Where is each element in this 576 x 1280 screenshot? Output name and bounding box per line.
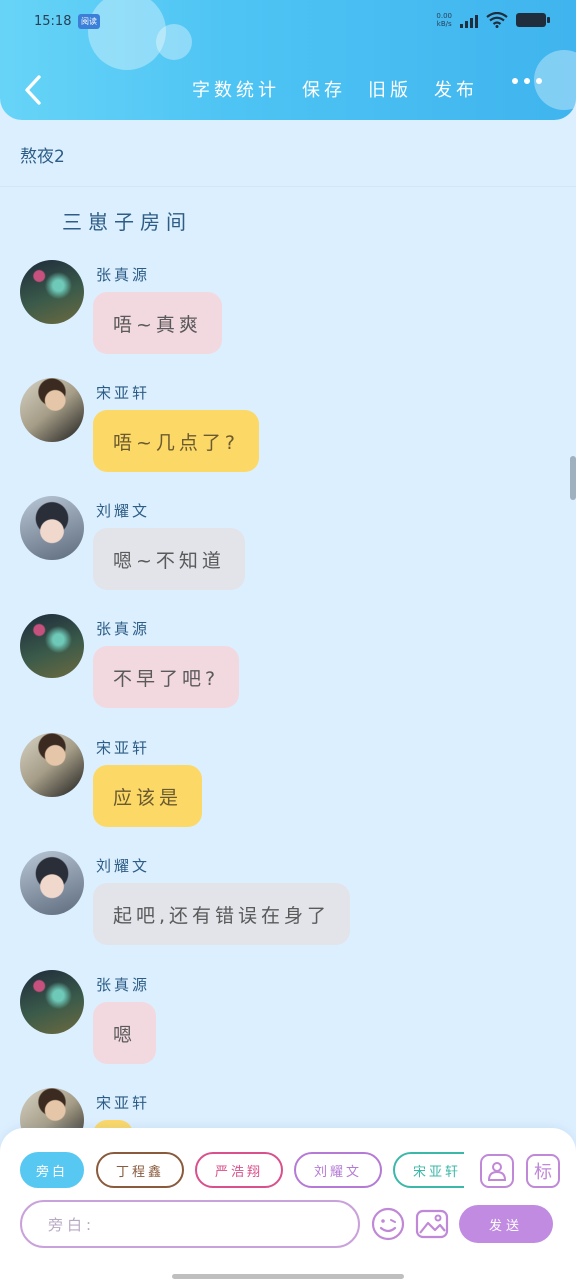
back-button[interactable] [18, 70, 48, 110]
status-time: 15:18 [34, 14, 72, 29]
header-menu: 字数统计 保存 旧版 发布 [192, 76, 478, 102]
avatar[interactable] [20, 496, 84, 560]
send-button[interactable]: 发送 [459, 1205, 553, 1243]
avatar[interactable] [20, 260, 84, 324]
role-chip[interactable]: 宋亚轩 [393, 1152, 464, 1188]
sender-name: 刘耀文 [96, 502, 151, 520]
sender-name: 宋亚轩 [96, 739, 151, 757]
battery-icon [516, 13, 550, 27]
message-bubble[interactable]: 唔~真爽 [93, 292, 222, 354]
save-button[interactable]: 保存 [302, 76, 346, 102]
message-input[interactable]: 旁白: [20, 1200, 360, 1248]
message-bubble[interactable]: 应该是 [93, 765, 203, 827]
publish-button[interactable]: 发布 [434, 76, 478, 102]
role-chip[interactable]: 刘耀文 [294, 1152, 382, 1188]
sender-name: 宋亚轩 [96, 1094, 151, 1112]
emoji-icon[interactable] [370, 1206, 406, 1242]
sender-name: 张真源 [96, 266, 151, 284]
divider [0, 186, 576, 187]
message-bubble[interactable]: 起吧,还有错误在身了 [93, 883, 351, 945]
net-speed: 0.00 kB/s [436, 12, 452, 28]
sender-name: 宋亚轩 [96, 384, 151, 402]
role-chip[interactable]: 丁程鑫 [96, 1152, 184, 1188]
person-icon[interactable] [480, 1154, 514, 1188]
wifi-icon [486, 12, 508, 28]
message-bubble[interactable]: 嗯~不知道 [93, 528, 245, 590]
status-app-chip: 阅读 [78, 14, 100, 29]
more-icon[interactable] [512, 78, 542, 84]
sender-name: 刘耀文 [96, 857, 151, 875]
signal-icon [460, 12, 478, 28]
scrollbar[interactable] [570, 456, 576, 500]
decor-bubble [156, 24, 192, 60]
avatar[interactable] [20, 733, 84, 797]
message-bubble[interactable]: 唔~几点了? [93, 410, 260, 472]
role-chip[interactable]: 严浩翔 [195, 1152, 283, 1188]
sender-name: 张真源 [96, 976, 151, 994]
status-right: 0.00 kB/s [436, 12, 550, 28]
mark-icon[interactable]: 标 [526, 1154, 560, 1188]
chapter-title[interactable]: 熬夜2 [20, 142, 65, 167]
role-chips: 旁白 丁程鑫 严浩翔 刘耀文 宋亚轩 [20, 1152, 464, 1190]
avatar[interactable] [20, 970, 84, 1034]
back-icon [25, 75, 41, 105]
home-indicator [172, 1274, 404, 1279]
net-speed-unit: kB/s [436, 20, 452, 28]
composer-panel: 旁白 丁程鑫 严浩翔 刘耀文 宋亚轩 标 旁白: 发送 [0, 1128, 576, 1280]
avatar[interactable] [20, 378, 84, 442]
net-speed-value: 0.00 [436, 12, 452, 20]
role-chip-narrator[interactable]: 旁白 [20, 1152, 84, 1188]
room-title[interactable]: 三崽子房间 [62, 206, 192, 235]
sender-name: 张真源 [96, 620, 151, 638]
header-bar: 15:18 阅读 0.00 kB/s 字数统计 保存 旧版 发布 [0, 0, 576, 120]
message-bubble[interactable]: 不早了吧? [93, 646, 240, 708]
avatar[interactable] [20, 851, 84, 915]
word-count-button[interactable]: 字数统计 [192, 76, 280, 102]
decor-bubble [88, 0, 166, 70]
image-icon[interactable] [414, 1206, 450, 1242]
avatar[interactable] [20, 614, 84, 678]
old-version-button[interactable]: 旧版 [368, 76, 412, 102]
message-bubble[interactable]: 嗯 [93, 1002, 157, 1064]
